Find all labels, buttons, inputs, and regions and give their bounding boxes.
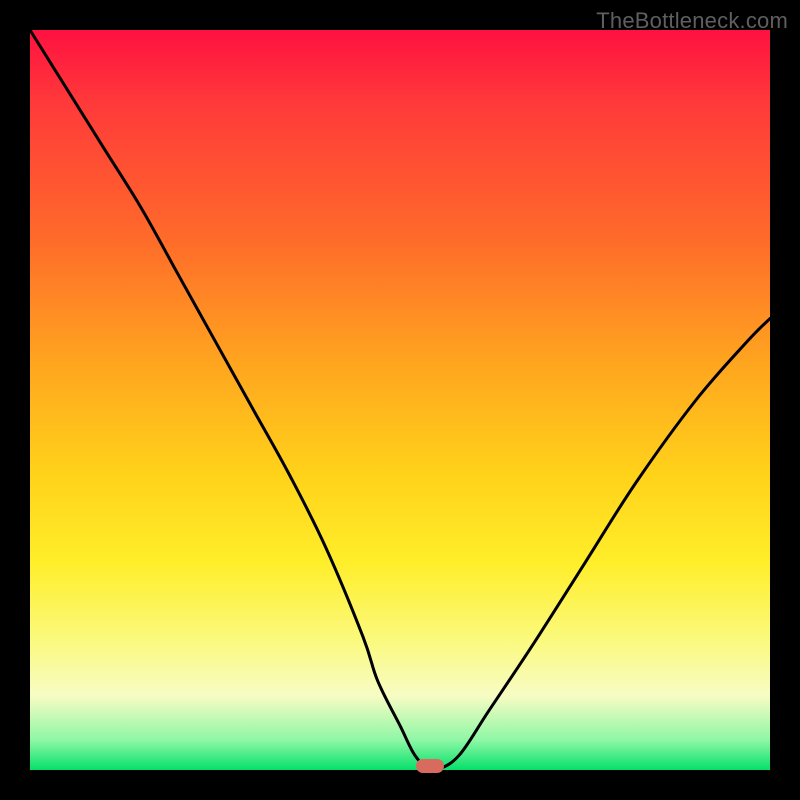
plot-area xyxy=(30,30,770,770)
curve-path xyxy=(30,30,770,772)
chart-frame: TheBottleneck.com xyxy=(0,0,800,800)
min-marker xyxy=(416,759,444,773)
bottleneck-curve xyxy=(30,30,770,770)
